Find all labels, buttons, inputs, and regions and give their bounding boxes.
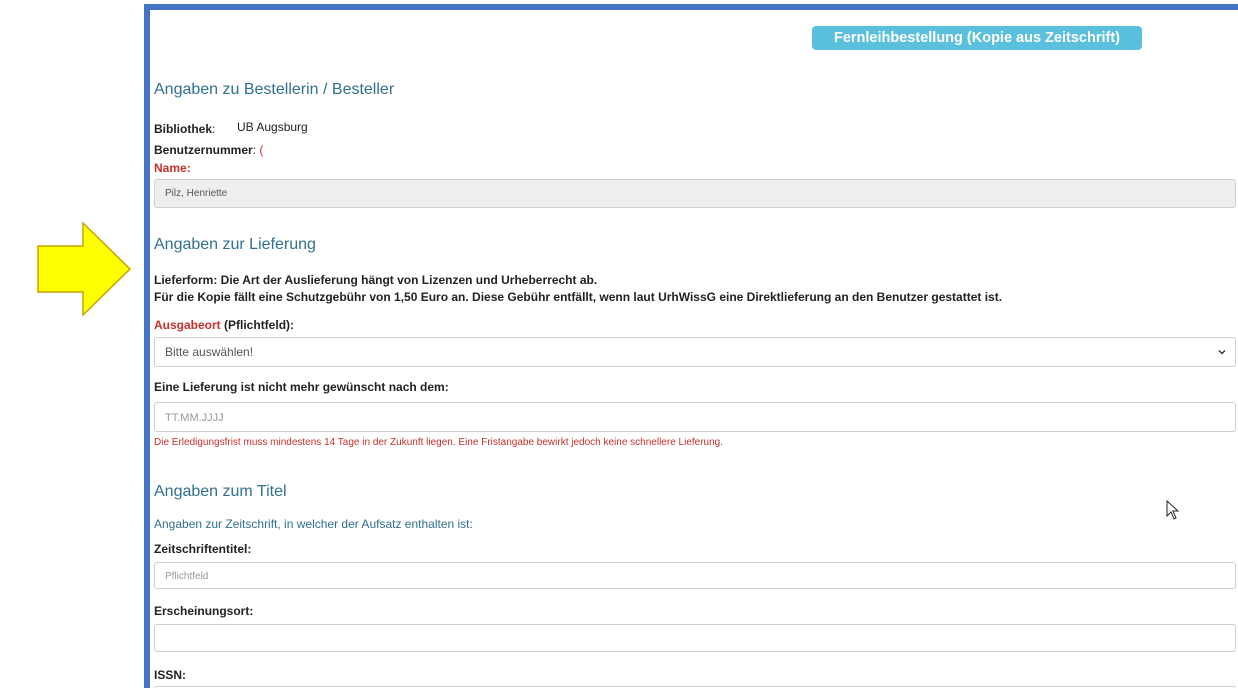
delivery-info-line-2: Für die Kopie fällt eine Schutzgebühr vo… [154,290,1003,304]
user-number-value: ( [259,143,264,157]
page-title-badge: Fernleihbestellung (Kopie aus Zeitschrif… [812,26,1142,50]
order-form: Fernleihbestellung (Kopie aus Zeitschrif… [154,10,1238,688]
journal-title-label: Zeitschriftentitel: [154,542,252,556]
name-label: Name [154,161,187,175]
chevron-down-icon [1218,350,1226,355]
pickup-selected-value: Bitte auswählen! [165,345,254,359]
library-label: Bibliothek [154,122,213,136]
journal-title-placeholder: Pflichtfeld [165,571,209,582]
name-label-row: Name: [154,159,191,177]
deadline-note: Die Erledigungsfrist muss mindestens 14 … [154,437,724,448]
screen: Fernleihbestellung (Kopie aus Zeitschrif… [0,0,1238,688]
delivery-info-line-1: Lieferform: Die Art der Auslieferung hän… [154,273,598,287]
user-number-row: Benutzernummer: ( [154,141,263,159]
place-of-publication-label: Erscheinungsort: [154,604,254,618]
pickup-label-required: Ausgabeort [154,318,221,332]
name-value: Pilz, Henriette [165,188,228,199]
deadline-placeholder: TT.MM.JJJJ [165,412,224,424]
library-value: UB Augsburg [237,120,308,134]
user-number-label: Benutzernummer [154,143,253,157]
pickup-label-row: Ausgabeort (Pflichtfeld): [154,316,294,334]
mouse-cursor-icon [1166,500,1180,520]
pointer-arrow-icon [37,222,131,316]
pickup-location-select[interactable]: Bitte auswählen! [154,337,1236,367]
library-colon: : [212,122,216,136]
deadline-label: Eine Lieferung ist nicht mehr gewünscht … [154,380,449,394]
journal-hint: Angaben zur Zeitschrift, in welcher der … [154,517,473,531]
name-field[interactable]: Pilz, Henriette [154,179,1236,208]
place-of-publication-input[interactable] [154,624,1236,652]
section-heading-title: Angaben zum Titel [154,483,287,500]
order-form-frame: Fernleihbestellung (Kopie aus Zeitschrif… [144,4,1238,688]
issn-label: ISSN: [154,668,187,682]
section-heading-orderer: Angaben zu Bestellerin / Besteller [154,81,395,98]
section-heading-delivery: Angaben zur Lieferung [154,236,316,253]
deadline-date-input[interactable]: TT.MM.JJJJ [154,402,1236,432]
pickup-label-suffix: (Pflichtfeld): [220,318,295,332]
name-colon: : [186,161,191,175]
library-row: Bibliothek: [154,120,215,138]
journal-title-input[interactable]: Pflichtfeld [154,562,1236,589]
